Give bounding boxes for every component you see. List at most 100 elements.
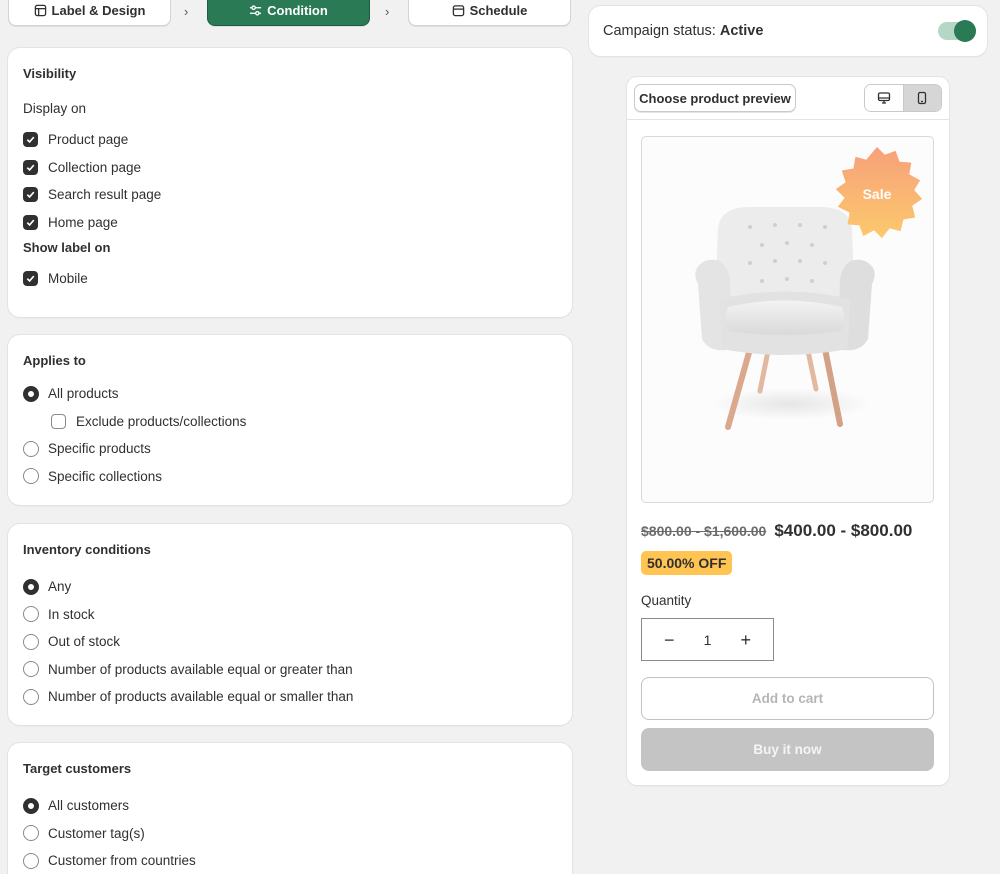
radio-unselected-icon[interactable] [23,440,39,457]
radio-label: Any [48,579,72,595]
radio-all-products[interactable]: All products [23,380,557,408]
discount-badge: 50.00% OFF [641,551,733,575]
calendar-icon [452,5,464,17]
radio-unselected-icon[interactable] [23,688,39,705]
radio-label: Number of products available equal or gr… [48,661,353,677]
choose-product-preview-button[interactable]: Choose product preview [634,84,796,112]
add-to-cart-button[interactable]: Add to cart [641,677,934,720]
desktop-view-button[interactable] [865,85,903,111]
radio-label: In stock [48,606,95,622]
quantity-value[interactable]: 1 [704,632,712,648]
radio-unselected-icon[interactable] [23,661,39,678]
radio-label: Customer tag(s) [48,825,145,841]
checkbox-label: Exclude products/collections [76,413,247,429]
checkbox-collection-page[interactable]: Collection page [23,154,557,182]
step-label: Schedule [469,3,528,18]
radio-unselected-icon[interactable] [23,606,39,623]
radio-label: Specific collections [48,468,163,484]
sale-price: $400.00 - $800.00 [774,521,913,540]
radio-label: All customers [48,798,130,814]
target-customers-card: Target customers All customers Customer … [8,743,572,874]
card-title: Applies to [23,353,86,368]
checkbox-exclude-products[interactable]: Exclude products/collections [23,408,557,436]
applies-to-card: Applies to All products Exclude products… [8,335,572,505]
radio-selected-icon[interactable] [23,385,39,402]
checkbox-label: Collection page [48,159,142,175]
checkbox-mobile[interactable]: Mobile [23,265,557,293]
step-label: Condition [267,3,328,18]
card-title: Target customers [23,761,132,776]
radio-in-stock[interactable]: In stock [23,601,557,629]
buy-it-now-button[interactable]: Buy it now [641,728,934,771]
quantity-label: Quantity [641,593,692,608]
mobile-icon [918,91,927,105]
radio-customer-tags[interactable]: Customer tag(s) [23,820,557,848]
display-on-label: Display on [23,101,87,116]
radio-specific-products[interactable]: Specific products [23,435,557,463]
layout-icon [34,4,46,17]
toggle-knob [954,20,976,42]
mobile-view-button[interactable] [902,85,941,111]
radio-all-customers[interactable]: All customers [23,792,557,820]
card-title: Inventory conditions [23,542,151,557]
checkbox-label: Home page [48,214,118,230]
desktop-icon [877,92,891,104]
radio-label: Number of products available equal or sm… [48,689,354,705]
minus-icon[interactable]: − [664,631,675,649]
radio-selected-icon[interactable] [23,578,39,595]
checkbox-checked-icon[interactable] [23,132,38,148]
radio-selected-icon[interactable] [23,797,39,814]
checkbox-checked-icon[interactable] [23,187,38,203]
plus-icon[interactable]: + [740,631,751,649]
campaign-status-text: Campaign status: Active [603,23,763,39]
radio-greater-than[interactable]: Number of products available equal or gr… [23,656,557,684]
price-row: $800.00 - $1,600.00 $400.00 - $800.00 [641,521,912,541]
radio-label: All products [48,386,119,402]
checkbox-product-page[interactable]: Product page [23,126,557,154]
campaign-status-label: Campaign status: [603,23,716,39]
checkbox-checked-icon[interactable] [23,214,38,230]
checkbox-checked-icon[interactable] [23,159,38,175]
radio-unselected-icon[interactable] [23,852,39,869]
step-condition[interactable]: Condition [207,0,370,26]
checkbox-checked-icon[interactable] [23,271,38,287]
radio-unselected-icon[interactable] [23,468,39,485]
radio-label: Out of stock [48,634,121,650]
radio-label: Customer from countries [48,853,196,869]
campaign-status-toggle[interactable] [938,20,976,42]
preview-header: Choose product preview [627,77,949,120]
quantity-stepper: − 1 + [641,618,774,661]
checkbox-unchecked-icon[interactable] [51,413,66,429]
visibility-card: Visibility Display on Product page Colle… [8,48,572,317]
radio-unselected-icon[interactable] [23,633,39,650]
compare-at-price: $800.00 - $1,600.00 [641,523,767,539]
sale-badge-text: Sale [862,186,892,202]
checkbox-home-page[interactable]: Home page [23,209,557,237]
radio-out-of-stock[interactable]: Out of stock [23,628,557,656]
sliders-icon [250,5,262,16]
checkbox-search-result-page[interactable]: Search result page [23,181,557,209]
sale-badge: Sale [828,145,926,243]
radio-unselected-icon[interactable] [23,825,39,842]
stepper: Label & Design › Condition › Schedule [8,0,573,28]
inventory-conditions-card: Inventory conditions Any In stock Out of… [8,524,572,725]
checkbox-label: Product page [48,132,129,148]
chevron-right-icon: › [184,4,189,19]
step-label: Label & Design [51,3,146,18]
step-schedule[interactable]: Schedule [408,0,571,26]
radio-any[interactable]: Any [23,573,557,601]
card-title: Visibility [23,66,77,81]
campaign-status-card: Campaign status: Active [589,6,987,56]
checkbox-label: Search result page [48,187,162,203]
show-label-on-label: Show label on [23,240,111,255]
radio-smaller-than[interactable]: Number of products available equal or sm… [23,683,557,711]
product-preview-card: Choose product preview Sale $800.00 - $1… [627,77,949,785]
product-image: Sale [641,136,934,503]
checkbox-label: Mobile [48,271,88,287]
chevron-right-icon: › [385,4,390,19]
campaign-status-value: Active [719,23,764,39]
radio-customer-countries[interactable]: Customer from countries [23,847,557,874]
step-label-design[interactable]: Label & Design [8,0,171,26]
device-toggle-group [864,84,942,112]
radio-specific-collections[interactable]: Specific collections [23,463,557,491]
